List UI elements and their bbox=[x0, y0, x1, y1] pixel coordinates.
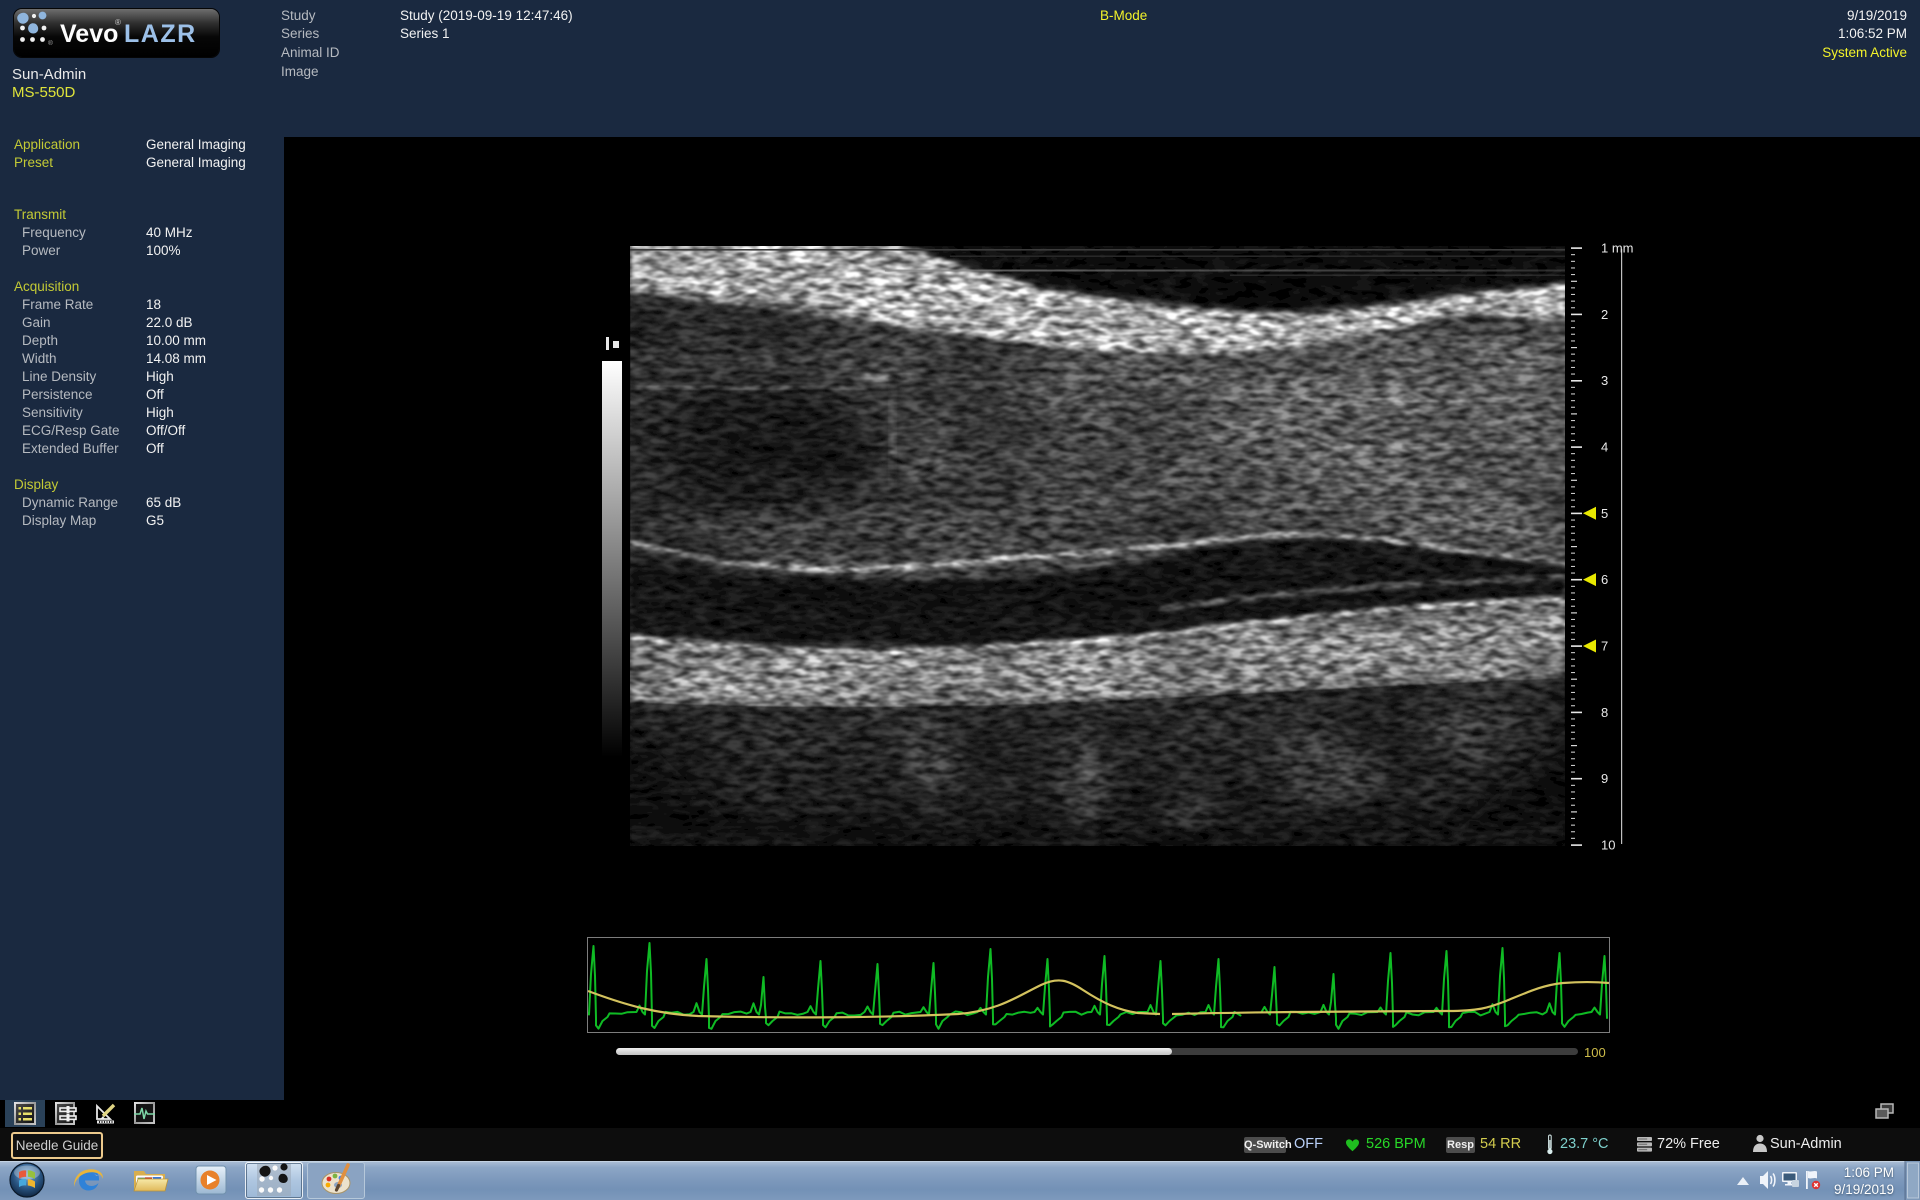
svg-text:3: 3 bbox=[1601, 373, 1608, 388]
svg-text:4: 4 bbox=[1601, 440, 1608, 455]
svg-text:9: 9 bbox=[1601, 771, 1608, 786]
svg-text:2: 2 bbox=[1601, 307, 1608, 322]
svg-text:7: 7 bbox=[1601, 639, 1608, 654]
svg-text:1 mm: 1 mm bbox=[1601, 241, 1634, 256]
svg-text:8: 8 bbox=[1601, 705, 1608, 720]
svg-text:5: 5 bbox=[1601, 506, 1608, 521]
svg-text:6: 6 bbox=[1601, 572, 1608, 587]
svg-text:10: 10 bbox=[1601, 838, 1615, 853]
